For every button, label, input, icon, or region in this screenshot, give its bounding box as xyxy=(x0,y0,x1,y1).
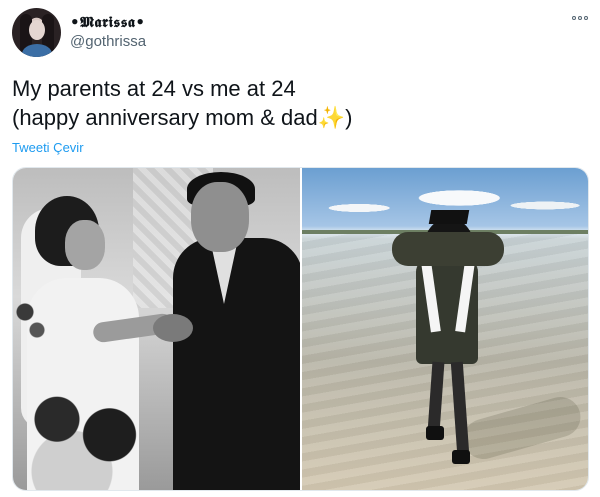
sparkles-emoji: ✨ xyxy=(317,105,346,130)
bride-face xyxy=(65,220,105,270)
dot xyxy=(572,16,576,20)
raised-arms xyxy=(391,232,504,266)
avatar-face xyxy=(29,20,45,40)
flowers xyxy=(13,288,53,348)
groom-face xyxy=(191,182,249,252)
shoe xyxy=(425,426,444,440)
children xyxy=(27,388,177,490)
author-display-name[interactable]: •𝕸𝖆𝖗𝖎𝖘𝖘𝖆• xyxy=(70,13,146,31)
tweet-line-1: My parents at 24 vs me at 24 xyxy=(12,76,296,101)
groom-suit xyxy=(173,238,300,490)
avatar-body xyxy=(22,44,52,57)
tweet-text: My parents at 24 vs me at 24 (happy anni… xyxy=(12,74,582,132)
tweet-line-2: (happy anniversary mom & dad xyxy=(12,105,318,130)
shoe xyxy=(451,450,470,464)
more-options-icon[interactable] xyxy=(572,16,588,20)
joined-hands xyxy=(153,314,193,342)
dot xyxy=(584,16,588,20)
wedding-photo[interactable] xyxy=(13,168,300,490)
author-handle[interactable]: @gothrissa xyxy=(70,33,146,50)
graduation-cap xyxy=(428,210,469,224)
dot xyxy=(578,16,582,20)
avatar[interactable] xyxy=(12,8,61,57)
tweet-line-2-end: ) xyxy=(345,105,353,130)
beach-graduation-photo[interactable] xyxy=(301,168,588,490)
translate-tweet-link[interactable]: Tweeti Çevir xyxy=(12,140,84,155)
tweet-media xyxy=(12,167,589,491)
